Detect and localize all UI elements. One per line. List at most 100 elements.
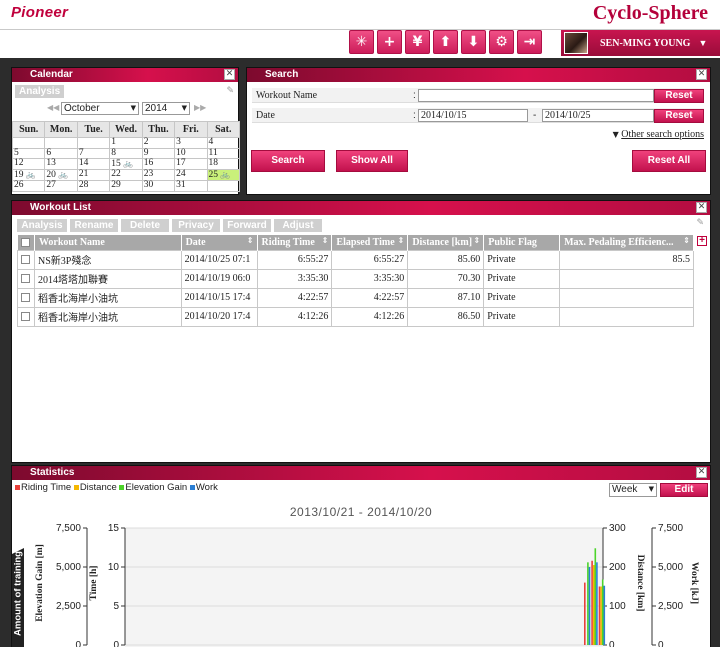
show-all-button[interactable]: Show All xyxy=(336,150,408,172)
column-header[interactable]: Date ⇕ xyxy=(181,235,258,250)
reset-name-button[interactable]: Reset xyxy=(654,89,704,103)
edit-icon[interactable]: ✎ xyxy=(696,218,704,228)
calendar-day[interactable]: 27 xyxy=(44,180,78,192)
calendar-day[interactable]: 1 xyxy=(109,137,143,149)
column-header[interactable]: Max. Pedaling Efficienc... ⇕ xyxy=(559,235,694,250)
edit-icon[interactable]: ✎ xyxy=(226,86,234,96)
calendar-day[interactable]: 7 xyxy=(76,147,111,159)
logout-icon[interactable]: ⇥ xyxy=(517,30,542,54)
sort-icon[interactable]: ⇕ xyxy=(247,236,254,245)
calendar-day[interactable] xyxy=(206,180,241,192)
calendar-day[interactable]: 26 xyxy=(11,180,46,192)
bike-icon[interactable]: ✳ xyxy=(349,30,374,54)
table-row[interactable]: 稻香北海岸小油坑 2014/10/20 17:4 4:12:26 4:12:26 86.… xyxy=(17,306,694,327)
analysis-button[interactable]: Analysis xyxy=(17,219,67,232)
close-icon[interactable]: ✕ xyxy=(224,69,235,80)
legend-item[interactable]: Work xyxy=(189,482,218,493)
prev-month-icon[interactable]: ◀◀ xyxy=(47,103,59,112)
calendar-day[interactable]: 9 xyxy=(141,147,176,159)
calendar-day-selected[interactable]: 25 🚲 xyxy=(206,169,241,181)
close-icon[interactable]: ✕ xyxy=(696,69,707,80)
calendar-day[interactable]: 28 xyxy=(76,180,111,192)
calendar-day[interactable]: 17 xyxy=(174,158,208,170)
column-header[interactable]: Distance [km] ⇕ xyxy=(407,235,485,250)
table-row[interactable]: NS新3P殘念 2014/10/25 07:1 6:55:27 6:55:27 85.6… xyxy=(17,249,694,270)
delete-button[interactable]: Delete xyxy=(121,219,169,232)
legend-item[interactable]: Distance xyxy=(73,482,117,493)
yen-icon[interactable]: ¥ xyxy=(405,30,430,54)
date-from-input[interactable]: 2014/10/15 xyxy=(418,109,528,122)
edit-button[interactable]: Edit xyxy=(660,483,708,497)
reset-date-button[interactable]: Reset xyxy=(654,109,704,123)
column-header[interactable]: Elapsed Time ⇕ xyxy=(331,235,409,250)
calendar-day[interactable]: 29 xyxy=(109,180,143,192)
elevation-bar xyxy=(594,548,597,645)
add-column-icon[interactable]: + xyxy=(697,236,707,246)
plus-icon[interactable]: + xyxy=(377,30,402,54)
row-checkbox[interactable] xyxy=(17,249,35,270)
calendar-day[interactable]: 13 xyxy=(44,158,78,170)
sort-icon[interactable]: ⇕ xyxy=(322,236,329,245)
row-checkbox[interactable] xyxy=(17,306,35,327)
sort-icon[interactable]: ⇕ xyxy=(683,236,690,245)
table-row[interactable]: 2014塔塔加聯賽 2014/10/19 06:0 3:35:30 3:35:30 70… xyxy=(17,268,694,289)
calendar-analysis-button[interactable]: Analysis xyxy=(15,85,65,98)
user-menu[interactable]: SEN-MING YOUNG ▼ xyxy=(561,30,720,56)
calendar-day[interactable]: 22 xyxy=(109,169,143,181)
close-icon[interactable]: ✕ xyxy=(696,202,707,213)
calendar-day[interactable] xyxy=(11,137,46,149)
calendar-day[interactable]: 31 xyxy=(174,180,208,192)
search-button[interactable]: Search xyxy=(251,150,325,172)
calendar-day[interactable]: 16 xyxy=(141,158,176,170)
calendar-day[interactable]: 14 xyxy=(76,158,111,170)
rename-button[interactable]: Rename xyxy=(70,219,118,232)
calendar-day[interactable]: 12 xyxy=(11,158,46,170)
row-checkbox[interactable] xyxy=(17,287,35,308)
calendar-day[interactable]: 8 xyxy=(109,147,143,159)
calendar-day[interactable]: 20 🚲 xyxy=(44,169,78,181)
close-icon[interactable]: ✕ xyxy=(696,467,707,478)
calendar-day[interactable]: 24 xyxy=(174,169,208,181)
month-select[interactable]: October ▼ xyxy=(61,102,139,115)
calendar-day[interactable] xyxy=(44,137,78,149)
column-header[interactable]: Public Flag xyxy=(483,235,561,250)
legend-item[interactable]: Riding Time xyxy=(15,482,71,493)
row-checkbox[interactable] xyxy=(17,268,35,289)
calendar-day[interactable]: 15 🚲 xyxy=(109,158,143,170)
calendar-day[interactable] xyxy=(76,137,111,149)
select-all-checkbox[interactable] xyxy=(17,235,35,250)
year-select[interactable]: 2014 ▼ xyxy=(142,102,190,115)
date-to-input[interactable]: 2014/10/25 xyxy=(542,109,654,122)
column-header[interactable]: Riding Time ⇕ xyxy=(257,235,333,250)
reset-all-button[interactable]: Reset All xyxy=(632,150,706,172)
sort-icon[interactable]: ⇕ xyxy=(398,236,405,245)
download-icon[interactable]: ⬇ xyxy=(461,30,486,54)
pedaling-efficiency-cell xyxy=(559,306,694,327)
calendar-day[interactable]: 23 xyxy=(141,169,176,181)
forward-button[interactable]: Forward xyxy=(223,219,271,232)
calendar-day[interactable]: 2 xyxy=(141,137,176,149)
sort-icon[interactable]: ⇕ xyxy=(474,236,481,245)
legend-item[interactable]: Elevation Gain xyxy=(119,482,187,493)
calendar-day[interactable]: 4 xyxy=(206,137,241,149)
upload-icon[interactable]: ⬆ xyxy=(433,30,458,54)
calendar-day[interactable]: 21 xyxy=(76,169,111,181)
period-select[interactable]: Week ▼ xyxy=(609,483,657,497)
other-search-options-link[interactable]: ▼ Other search options xyxy=(613,129,704,140)
work-tick-label: 2,500 xyxy=(658,601,683,612)
calendar-day[interactable]: 5 xyxy=(11,147,46,159)
column-header[interactable]: Workout Name xyxy=(34,235,182,250)
calendar-day[interactable]: 11 xyxy=(206,147,241,159)
calendar-day[interactable]: 19 🚲 xyxy=(11,169,46,181)
calendar-day[interactable]: 18 xyxy=(206,158,241,170)
calendar-day[interactable]: 10 xyxy=(174,147,208,159)
privacy-button[interactable]: Privacy xyxy=(172,219,220,232)
calendar-day[interactable]: 3 xyxy=(174,137,208,149)
gear-icon[interactable]: ⚙ xyxy=(489,30,514,54)
calendar-day[interactable]: 30 xyxy=(141,180,176,192)
next-month-icon[interactable]: ▶▶ xyxy=(194,103,206,112)
workout-name-input[interactable] xyxy=(418,89,654,102)
calendar-day[interactable]: 6 xyxy=(44,147,78,159)
table-row[interactable]: 稻香北海岸小油坑 2014/10/15 17:4 4:22:57 4:22:57 87.… xyxy=(17,287,694,308)
adjust-button[interactable]: Adjust xyxy=(274,219,322,232)
